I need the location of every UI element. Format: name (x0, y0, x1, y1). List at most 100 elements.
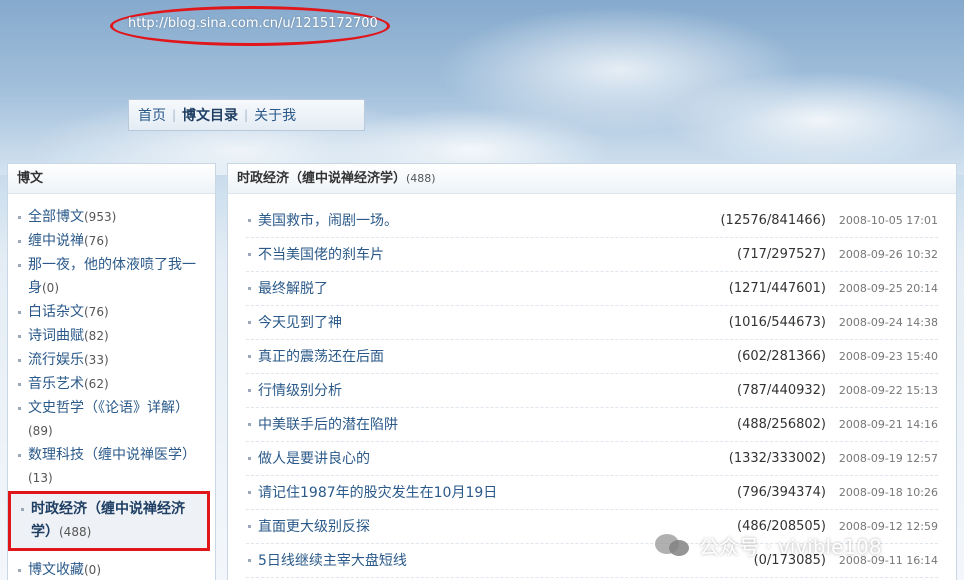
article-date: 2008-09-19 12:57 (838, 451, 938, 465)
category-sidebar: 博文 全部博文(953) 缠中说禅(76) 那一夜，他的体液喷了我一身(0) 白… (7, 163, 216, 580)
article-stats: (12576/841466) (720, 212, 826, 228)
article-date: 2008-09-23 15:40 (838, 349, 938, 363)
article-stats: (787/440932) (737, 382, 826, 398)
article-title[interactable]: 做人是要讲良心的 (258, 443, 706, 475)
category-list: 全部博文(953) 缠中说禅(76) 那一夜，他的体液喷了我一身(0) 白话杂文… (8, 194, 215, 580)
bullet-icon (248, 219, 251, 222)
article-row: 美国救市，闹剧一场。 (12576/841466) 2008-10-05 17:01 (246, 204, 938, 238)
article-title[interactable]: 行情级别分析 (258, 375, 706, 407)
article-date: 2008-09-18 10:26 (838, 485, 938, 499)
bullet-icon (248, 253, 251, 256)
category-item[interactable]: 文史哲学（《论语》详解） (89) (18, 397, 215, 443)
article-title[interactable]: 美国救市，闹剧一场。 (258, 205, 706, 237)
category-label[interactable]: 博文收藏 (28, 562, 84, 578)
article-title[interactable]: 最终解脱了 (258, 273, 706, 305)
article-date: 2008-09-22 15:13 (838, 383, 938, 397)
category-label[interactable]: 文史哲学（《论语》详解） (28, 400, 189, 416)
article-title[interactable]: 5日线继续主宰大盘短线 (258, 545, 706, 577)
wechat-watermark: 公众号 · vivible108 (655, 530, 882, 560)
category-count: (33) (84, 353, 109, 367)
nav-home[interactable]: 首页 (138, 105, 166, 125)
bullet-icon (248, 559, 251, 562)
category-item[interactable]: 那一夜，他的体液喷了我一身(0) (18, 254, 215, 300)
category-label[interactable]: 音乐艺术 (28, 376, 84, 392)
bullet-icon (248, 355, 251, 358)
article-stats: (1271/447601) (728, 280, 826, 296)
category-label[interactable]: 全部博文 (28, 209, 84, 225)
article-row: 不当美国佬的刹车片 (717/297527) 2008-09-26 10:32 (246, 238, 938, 272)
bullet-icon (248, 287, 251, 290)
category-label[interactable]: 诗词曲赋 (28, 328, 84, 344)
bullet-icon (18, 216, 21, 219)
article-stats: (717/297527) (737, 246, 826, 262)
article-stats: (796/394374) (737, 484, 826, 500)
bullet-icon (248, 423, 251, 426)
bullet-icon (248, 457, 251, 460)
category-item[interactable]: 全部博文(953) (18, 206, 215, 229)
article-title[interactable]: 请记住1987年的股灾发生在10月19日 (258, 477, 706, 509)
nav-article-list[interactable]: 博文目录 (182, 105, 238, 125)
bullet-icon (18, 407, 21, 410)
bullet-icon (18, 335, 21, 338)
category-label[interactable]: 缠中说禅 (28, 233, 84, 249)
category-item[interactable]: 流行娱乐(33) (18, 349, 215, 372)
category-label[interactable]: 流行娱乐 (28, 352, 84, 368)
article-date: 2008-10-05 17:01 (838, 213, 938, 227)
category-count: (76) (84, 234, 109, 248)
bullet-icon (18, 311, 21, 314)
article-stats: (1016/544673) (728, 314, 826, 330)
article-stats: (1332/333002) (728, 450, 826, 466)
category-label[interactable]: 时政经济（缠中说禅经济学） (31, 501, 185, 540)
category-item[interactable]: 缠中说禅(76) (18, 230, 215, 253)
category-count: (0) (84, 563, 101, 577)
sidebar-title: 博文 (8, 164, 215, 194)
article-list: 美国救市，闹剧一场。 (12576/841466) 2008-10-05 17:01… (228, 194, 956, 578)
nav-separator: | (172, 108, 177, 122)
category-count: (488) (406, 172, 436, 185)
category-item[interactable]: 数理科技（缠中说禅医学） (13) (18, 444, 215, 490)
category-count: (953) (84, 210, 117, 224)
category-item[interactable]: 诗词曲赋(82) (18, 325, 215, 348)
article-row: 真正的震荡还在后面 (602/281366) 2008-09-23 15:40 (246, 340, 938, 374)
article-row: 中美联手后的潜在陷阱 (488/256802) 2008-09-21 14:16 (246, 408, 938, 442)
article-stats: (602/281366) (737, 348, 826, 364)
category-item-selected[interactable]: 时政经济（缠中说禅经济学）(488) (8, 491, 210, 551)
category-count: (76) (84, 305, 109, 319)
wechat-icon (655, 532, 691, 558)
bullet-icon (248, 321, 251, 324)
bullet-icon (18, 240, 21, 243)
article-row: 今天见到了神 (1016/544673) 2008-09-24 14:38 (246, 306, 938, 340)
bullet-icon (18, 264, 21, 267)
category-count: (0) (42, 281, 59, 295)
article-date: 2008-09-21 14:16 (838, 417, 938, 431)
category-count: (488) (59, 525, 92, 539)
category-title: 时政经济（缠中说禅经济学） (237, 171, 407, 186)
category-item[interactable]: 博文收藏(0) (18, 559, 215, 580)
article-row: 行情级别分析 (787/440932) 2008-09-22 15:13 (246, 374, 938, 408)
top-navigation: 首页 | 博文目录 | 关于我 (128, 99, 365, 131)
blog-url[interactable]: http://blog.sina.com.cn/u/1215172700 (128, 16, 378, 31)
category-item[interactable]: 白话杂文(76) (18, 301, 215, 324)
category-count: (62) (84, 377, 109, 391)
article-title[interactable]: 直面更大级别反探 (258, 511, 706, 543)
article-row: 最终解脱了 (1271/447601) 2008-09-25 20:14 (246, 272, 938, 306)
article-stats: (488/256802) (737, 416, 826, 432)
category-label[interactable]: 白话杂文 (28, 304, 84, 320)
nav-about[interactable]: 关于我 (254, 105, 296, 125)
article-date: 2008-09-26 10:32 (838, 247, 938, 261)
category-label[interactable]: 数理科技（缠中说禅医学） (28, 447, 196, 463)
nav-separator: | (244, 108, 249, 122)
bullet-icon (18, 383, 21, 386)
article-row: 做人是要讲良心的 (1332/333002) 2008-09-19 12:57 (246, 442, 938, 476)
bullet-icon (21, 508, 24, 511)
watermark-text: 公众号 · vivible108 (699, 534, 882, 559)
category-item[interactable]: 音乐艺术(62) (18, 373, 215, 396)
article-title[interactable]: 今天见到了神 (258, 307, 706, 339)
article-title[interactable]: 真正的震荡还在后面 (258, 341, 706, 373)
bullet-icon (18, 359, 21, 362)
article-title[interactable]: 中美联手后的潜在陷阱 (258, 409, 706, 441)
bullet-icon (248, 389, 251, 392)
article-title[interactable]: 不当美国佬的刹车片 (258, 239, 706, 271)
bullet-icon (248, 525, 251, 528)
article-row: 请记住1987年的股灾发生在10月19日 (796/394374) 2008-09-… (246, 476, 938, 510)
